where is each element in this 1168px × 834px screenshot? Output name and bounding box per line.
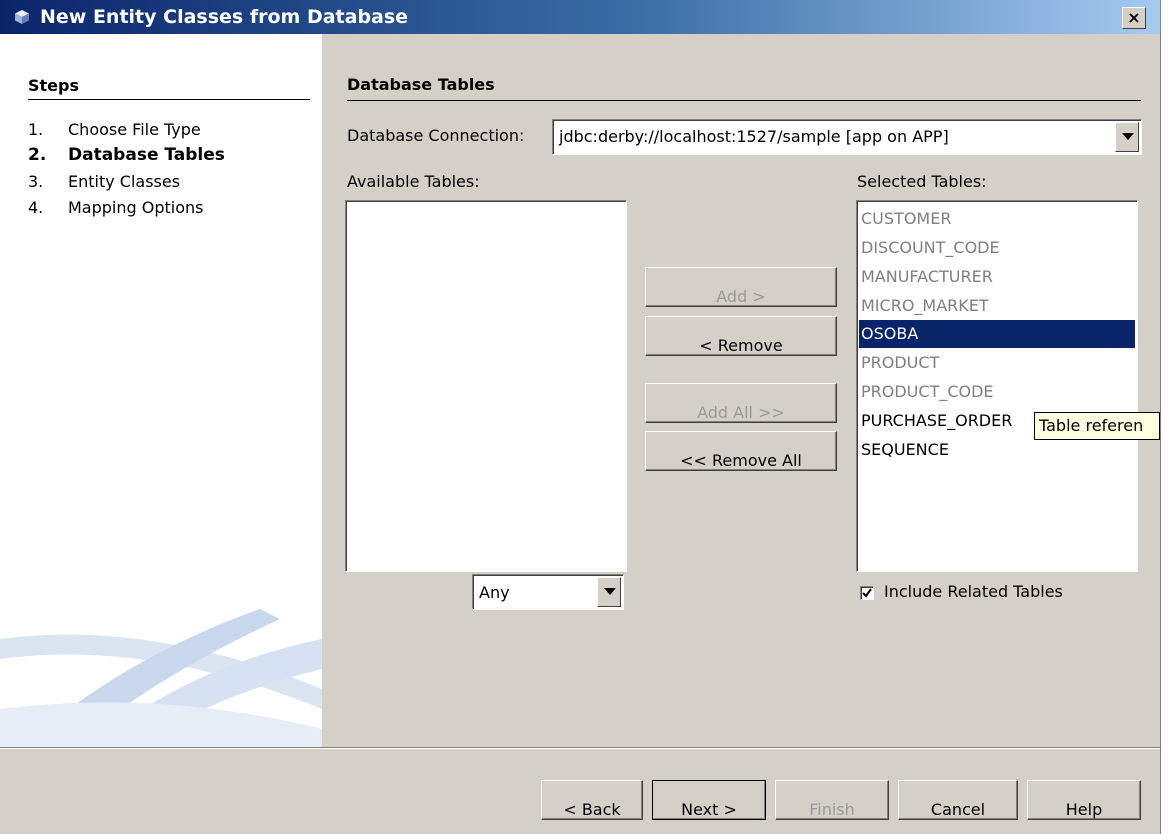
chevron-down-icon[interactable] — [597, 577, 621, 607]
list-item[interactable]: PRODUCT_CODE — [859, 378, 1135, 406]
list-item[interactable]: MICRO_MARKET — [859, 292, 1135, 320]
remove-all-button[interactable]: << Remove All — [645, 431, 837, 471]
include-related-label[interactable]: Include Related Tables — [884, 582, 1063, 601]
list-item[interactable]: CUSTOMER — [859, 205, 1135, 233]
selected-tables-list[interactable]: CUSTOMER DISCOUNT_CODE MANUFACTURER MICR… — [856, 200, 1138, 572]
available-filter-value: Any — [479, 583, 510, 602]
back-button[interactable]: < Back — [541, 780, 643, 820]
window-title: New Entity Classes from Database — [40, 6, 409, 28]
available-tables-label: Available Tables: — [347, 172, 480, 191]
step-item: 3. Entity Classes — [28, 172, 181, 191]
close-button[interactable]: × — [1122, 7, 1146, 29]
steps-title: Steps — [28, 76, 310, 100]
step-item: 1. Choose File Type — [28, 120, 201, 139]
step-item-active: 2. Database Tables — [28, 145, 225, 165]
database-connection-label: Database Connection: — [347, 126, 525, 145]
help-button[interactable]: Help — [1027, 780, 1141, 820]
selected-tables-label: Selected Tables: — [857, 172, 987, 191]
steps-panel: Steps 1. Choose File Type 2. Database Tabl… — [0, 34, 322, 747]
list-item[interactable]: SEQUENCE — [859, 436, 1135, 464]
cancel-button[interactable]: Cancel — [898, 780, 1018, 820]
remove-button[interactable]: < Remove — [645, 316, 837, 356]
available-tables-list[interactable] — [345, 200, 627, 572]
panel-title: Database Tables — [347, 75, 1141, 101]
include-related-checkbox[interactable] — [860, 586, 874, 600]
title-bar[interactable]: New Entity Classes from Database × — [0, 0, 1160, 34]
finish-button[interactable]: Finish — [775, 780, 889, 820]
background-window-edge — [1161, 0, 1168, 834]
dialog-window: New Entity Classes from Database × Steps… — [0, 0, 1161, 834]
chevron-down-icon[interactable] — [1115, 122, 1139, 152]
available-filter-combo[interactable]: Any — [472, 574, 624, 610]
list-item[interactable]: PRODUCT — [859, 349, 1135, 377]
entity-cube-icon — [15, 10, 29, 24]
decorative-swoosh-graphic — [0, 609, 322, 747]
database-connection-combo[interactable]: jdbc:derby://localhost:1527/sample [app … — [552, 119, 1142, 155]
next-button[interactable]: Next > — [652, 780, 766, 820]
database-connection-value: jdbc:derby://localhost:1527/sample [app … — [559, 127, 949, 146]
add-all-button[interactable]: Add All >> — [645, 383, 837, 423]
list-item[interactable]: MANUFACTURER — [859, 263, 1135, 291]
step-item: 4. Mapping Options — [28, 198, 204, 217]
add-button[interactable]: Add > — [645, 267, 837, 307]
close-icon: × — [1127, 8, 1141, 27]
footer-separator — [0, 747, 1160, 749]
checkmark-icon — [862, 588, 872, 598]
list-item-selected[interactable]: OSOBA — [859, 320, 1135, 348]
list-item[interactable]: DISCOUNT_CODE — [859, 234, 1135, 262]
table-reference-tooltip: Table referen — [1034, 412, 1160, 440]
